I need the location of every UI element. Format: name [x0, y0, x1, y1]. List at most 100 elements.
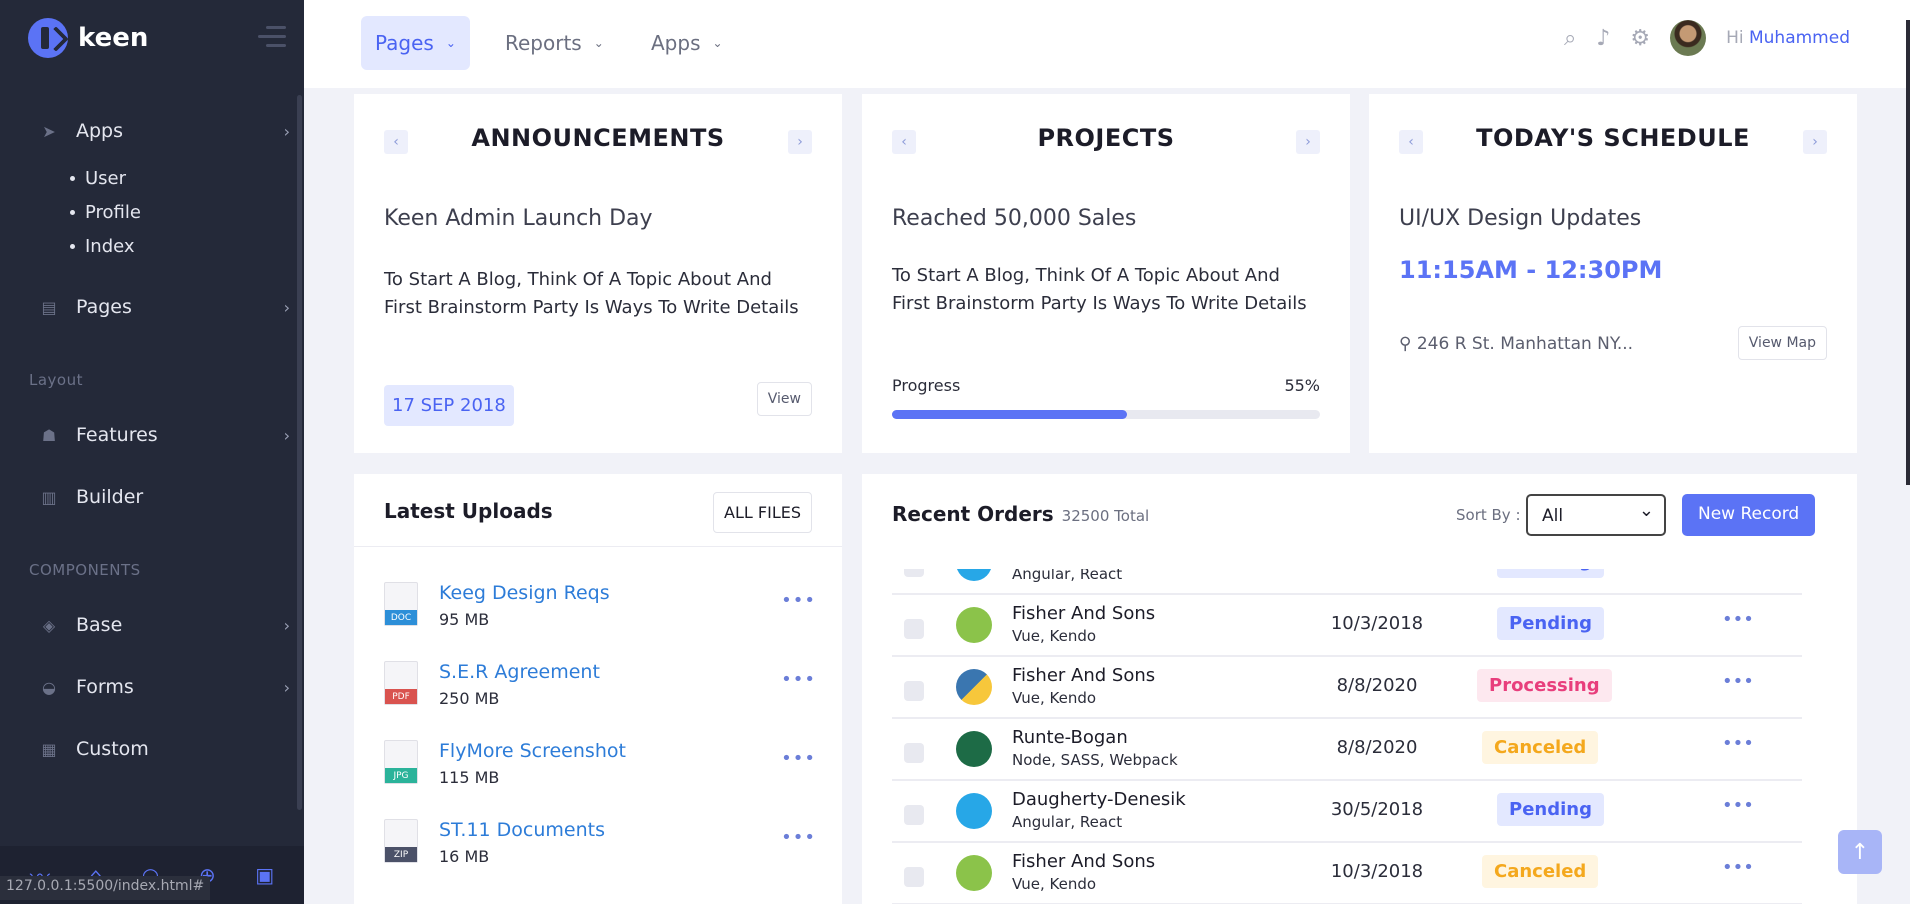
schedule-card: ‹ TODAY'S SCHEDULE › UI/UX Design Update… — [1369, 94, 1857, 453]
file-row[interactable]: PDF S.E.R Agreement 250 MB ••• — [384, 661, 816, 721]
search-icon[interactable]: ⌕ — [1564, 26, 1576, 51]
file-size: 250 MB — [439, 689, 500, 708]
more-options-icon[interactable]: ••• — [781, 590, 816, 611]
bell-icon[interactable]: ♪ — [1596, 26, 1610, 51]
announcement-headline: Keen Admin Launch Day — [384, 206, 653, 231]
menu-reports[interactable]: Reports ⌄ — [491, 16, 618, 70]
user-greeting[interactable]: Hi Muhammed — [1726, 28, 1850, 48]
sidebar-item-pages[interactable]: ▤ Pages › — [40, 296, 290, 318]
file-size: 16 MB — [439, 847, 490, 866]
sidebar-subitem-user[interactable]: User — [70, 168, 126, 189]
section-components: COMPONENTS — [29, 561, 141, 579]
schedule-time: 11:15AM - 12:30PM — [1399, 256, 1663, 284]
more-options-icon[interactable]: ••• — [1722, 795, 1754, 816]
progress-value: 55% — [1284, 376, 1320, 395]
table-row[interactable]: Fisher And Sons Vue, Kendo 10/3/2018 Pendin… — [892, 595, 1802, 657]
file-name[interactable]: Keeg Design Reqs — [439, 582, 610, 604]
sidebar-toggle-icon[interactable] — [258, 26, 286, 50]
gear-icon[interactable]: ⚙ — [1630, 26, 1650, 51]
more-options-icon[interactable]: ••• — [1722, 671, 1754, 692]
sidebar-item-apps[interactable]: ➤ Apps › — [40, 120, 290, 142]
database-icon: ◒ — [42, 677, 56, 697]
sidebar-subitem-index[interactable]: Index — [70, 236, 135, 257]
calendar-add-icon[interactable]: ▣ — [255, 863, 274, 887]
chevron-down-icon: ⌄ — [445, 36, 456, 50]
scroll-top-button[interactable]: ↑ — [1838, 830, 1882, 874]
avatar[interactable] — [1670, 20, 1707, 56]
more-options-icon[interactable]: ••• — [1722, 857, 1754, 878]
row-checkbox[interactable] — [904, 867, 924, 887]
sidebar-item-features[interactable]: ☗ Features › — [40, 424, 290, 446]
menu-pages[interactable]: Pages ⌄ — [361, 16, 470, 70]
row-checkbox[interactable] — [904, 805, 924, 825]
table-row[interactable]: Runte-Bogan Node, SASS, Webpack 8/8/2020 Ca… — [892, 719, 1802, 781]
file-type-icon: ZIP — [384, 819, 418, 863]
section-layout: Layout — [29, 371, 83, 389]
new-record-button[interactable]: New Record — [1682, 494, 1816, 536]
file-type-tag: PDF — [385, 689, 417, 704]
progress-bar — [892, 410, 1320, 419]
row-checkbox[interactable] — [904, 681, 924, 701]
order-date: 8/8/2020 — [1336, 675, 1418, 696]
row-checkbox[interactable] — [904, 619, 924, 639]
table-row[interactable]: Daugherty-Denesik Angular, React 30/5/2018… — [892, 781, 1802, 843]
sidebar-subitem-profile[interactable]: Profile — [70, 202, 141, 223]
file-type-tag: JPG — [385, 768, 417, 783]
table-row[interactable]: Angular, React30/5/2018Pending••• — [892, 569, 1802, 595]
all-files-button[interactable]: ALL FILES — [713, 492, 812, 533]
view-map-button[interactable]: View Map — [1737, 326, 1827, 360]
more-options-icon[interactable]: ••• — [1722, 733, 1754, 754]
next-arrow-icon[interactable]: › — [1296, 130, 1320, 154]
progress-label: Progress — [892, 376, 961, 395]
schedule-headline: UI/UX Design Updates — [1399, 206, 1642, 231]
green-logo-icon — [956, 607, 992, 643]
row-checkbox[interactable] — [904, 569, 924, 577]
sidebar-item-forms[interactable]: ◒ Forms › — [40, 676, 290, 698]
file-name[interactable]: FlyMore Screenshot — [439, 740, 626, 762]
brand-logo[interactable]: keen — [28, 18, 148, 58]
row-checkbox[interactable] — [904, 743, 924, 763]
order-tech: Angular, React — [1012, 813, 1123, 831]
sidebar-item-label: Forms — [76, 676, 134, 698]
next-arrow-icon[interactable]: › — [788, 130, 812, 154]
chevron-right-icon: › — [283, 121, 290, 141]
sidebar-scrollbar[interactable] — [297, 95, 302, 810]
table-row[interactable]: Fisher And Sons Vue, Kendo 8/8/2020 Process… — [892, 657, 1802, 719]
file-name[interactable]: S.E.R Agreement — [439, 661, 600, 683]
sidebar-item-builder[interactable]: ▥ Builder — [40, 486, 290, 508]
table-row[interactable]: Fisher And Sons Vue, Kendo 10/3/2018 Cancel… — [892, 843, 1802, 904]
orders-table: Angular, React30/5/2018Pending•••Fisher … — [892, 569, 1827, 904]
page-scrollbar[interactable] — [1906, 20, 1910, 485]
more-options-icon[interactable]: ••• — [1722, 609, 1754, 630]
more-options-icon[interactable]: ••• — [781, 669, 816, 690]
chevron-down-icon: ⌄ — [712, 36, 723, 50]
sort-select[interactable]: All — [1526, 494, 1666, 536]
paper-plane-icon: ➤ — [42, 121, 56, 141]
sidebar-item-label: Pages — [76, 296, 132, 318]
sidebar-item-label: Custom — [76, 738, 149, 760]
keen-logo-icon — [28, 18, 68, 58]
file-type-tag: DOC — [385, 610, 417, 625]
file-type-icon: JPG — [384, 740, 418, 784]
uploads-card: Latest Uploads ALL FILES DOC Keeg Design … — [354, 474, 842, 904]
more-options-icon[interactable]: ••• — [781, 748, 816, 769]
date-badge: 17 SEP 2018 — [384, 385, 514, 426]
sidebar-item-label: Apps — [76, 120, 124, 142]
location-text: 246 R St. Manhattan NY... — [1416, 334, 1634, 354]
sidebar-item-custom[interactable]: ▦ Custom — [40, 738, 290, 760]
view-button[interactable]: View — [756, 382, 812, 416]
file-row[interactable]: JPG FlyMore Screenshot 115 MB ••• — [384, 740, 816, 800]
next-arrow-icon[interactable]: › — [1803, 130, 1827, 154]
menu-apps[interactable]: Apps ⌄ — [637, 16, 737, 70]
orders-card: Recent Orders 32500 Total Sort By : All N… — [862, 474, 1857, 904]
app-root: keen ➤ Apps › User Profile Index ▤ Pages… — [0, 0, 1910, 904]
file-name[interactable]: ST.11 Documents — [439, 819, 605, 841]
status-badge: Pending — [1497, 607, 1604, 640]
greeting-text: Hi — [1726, 28, 1744, 48]
arrow-up-icon: ↑ — [1850, 839, 1870, 865]
file-row[interactable]: ZIP ST.11 Documents 16 MB ••• — [384, 819, 816, 879]
calendar-icon: ▦ — [41, 739, 57, 759]
sidebar-item-base[interactable]: ◈ Base › — [40, 614, 290, 636]
more-options-icon[interactable]: ••• — [781, 827, 816, 848]
file-row[interactable]: DOC Keeg Design Reqs 95 MB ••• — [384, 582, 816, 642]
